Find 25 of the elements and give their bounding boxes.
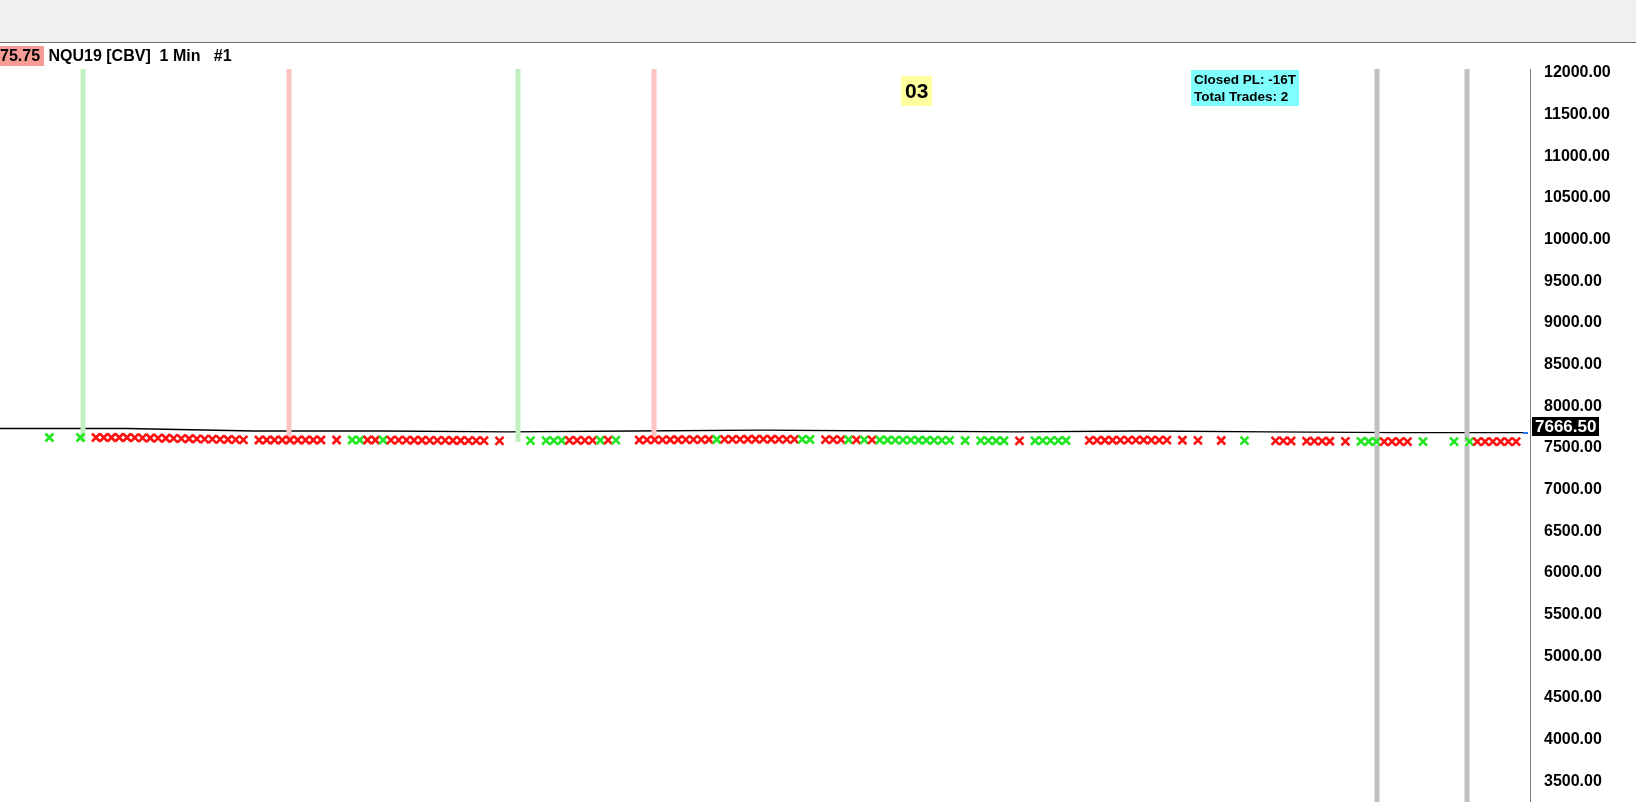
last-price: 75.75 — [0, 46, 45, 66]
axis-tick-label: 8500.00 — [1544, 355, 1602, 373]
axis-tick-label: 9000.00 — [1544, 313, 1602, 331]
axis-tick-label: 4500.00 — [1544, 688, 1602, 706]
stats-line: Total Trades: 2 — [1194, 88, 1290, 105]
axis-tick-label: 11000.00 — [1544, 146, 1610, 164]
axis-tick-label: 10000.00 — [1544, 230, 1611, 248]
current-price-label: 7666.50 — [1532, 416, 1600, 436]
axis-tick-label: 3500.00 — [1544, 771, 1602, 789]
axis-tick-label: 4000.00 — [1544, 729, 1602, 747]
axis-tick-label: 5500.00 — [1544, 604, 1602, 622]
axis-tick-label: 6000.00 — [1544, 563, 1602, 581]
axis-tick-label: 7000.00 — [1544, 480, 1602, 497]
axis-tick-label: 8000.00 — [1544, 396, 1602, 414]
session-label: 03 — [901, 76, 933, 106]
chart-title: NQU19 [CBV] 1 Min #1 — [47, 47, 232, 65]
axis-tick-label: 7500.00 — [1544, 438, 1602, 456]
axis-tick-label: 5000.00 — [1544, 646, 1602, 664]
axis-tick-label: 10500.00 — [1544, 188, 1611, 206]
axis-tick-label: 6500.00 — [1544, 521, 1602, 539]
stats-line: Closed PL: -16T — [1194, 71, 1296, 88]
axis-tick-label: 11500.00 — [1544, 105, 1610, 123]
axis-tick-label: 12000.00 — [1544, 63, 1611, 81]
price-tick-mark — [1522, 432, 1529, 434]
axis-tick-label: 9500.00 — [1544, 271, 1602, 289]
